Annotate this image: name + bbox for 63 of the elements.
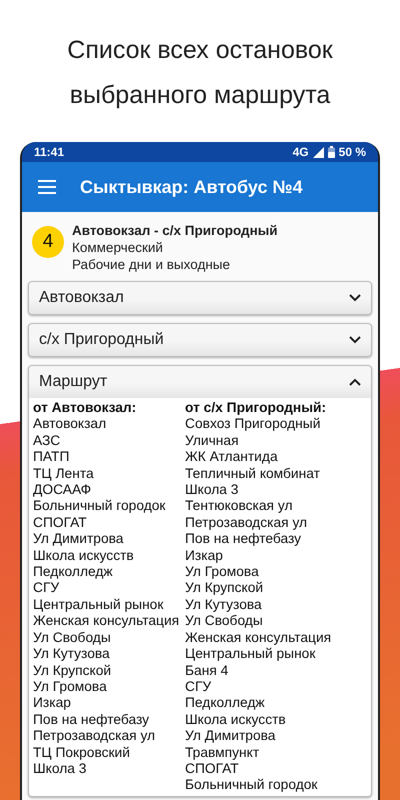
status-time: 11:41 bbox=[34, 144, 64, 161]
stop-name: Ул Громова bbox=[33, 678, 108, 696]
stop-name: Ул Димитрова bbox=[185, 728, 276, 745]
battery-icon bbox=[328, 146, 335, 158]
stop-name: Центральный рынок bbox=[185, 646, 316, 662]
stop-name: Ул Крупской bbox=[33, 662, 112, 679]
stop-name: Ул Кутузова bbox=[33, 646, 111, 662]
app-title: Сыктывкар: Автобус №4 bbox=[80, 176, 303, 199]
stop-name: СПОГАТ bbox=[185, 760, 240, 778]
stop-name: Совхоз Пригородный bbox=[185, 416, 322, 433]
stop-name: Педколледж bbox=[185, 695, 266, 712]
stop-name: Пов на нефтебазу bbox=[185, 531, 302, 548]
column-heading: от с/х Пригородный: bbox=[185, 400, 328, 416]
stop-name: Тепличный комбинат bbox=[185, 466, 321, 482]
stop-name: СПОГАТ bbox=[33, 514, 88, 532]
stop-name: СГУ bbox=[33, 580, 60, 597]
stop-name: Больничный городок bbox=[33, 498, 166, 515]
route-type: Коммерческий bbox=[72, 239, 164, 256]
stop-name: Ул Димитрова bbox=[33, 531, 124, 548]
stop-name: ДОСААФ bbox=[33, 482, 92, 498]
stop-name: Ул Крупской bbox=[185, 580, 264, 597]
signal-icon bbox=[312, 146, 324, 158]
stop-name: Уличная bbox=[185, 432, 240, 450]
stop-name: Ул Кутузова bbox=[185, 596, 263, 614]
stop-name: Ул Свободы bbox=[33, 630, 112, 646]
stop-name: Школа 3 bbox=[185, 482, 240, 498]
stop-name: Больничный городок bbox=[185, 777, 318, 794]
stop-name: Ул Громова bbox=[185, 564, 260, 580]
stop-name: Ул Свободы bbox=[185, 613, 264, 630]
headline-text: выбранного маршрута bbox=[68, 80, 332, 111]
stop-name: ТЦ Покровский bbox=[33, 744, 131, 761]
stop-name: Петрозаводская ул bbox=[33, 728, 156, 745]
menu-icon[interactable] bbox=[38, 180, 56, 194]
stop-name: Педколледж bbox=[33, 564, 114, 580]
accordion-header[interactable]: Маршрут bbox=[29, 366, 371, 398]
stop-name: ПАТП bbox=[33, 449, 70, 466]
stop-name: Школа 3 bbox=[33, 760, 88, 778]
route-name: Автовокзал - с/х Пригородный bbox=[72, 222, 278, 239]
stop-name: Пов на нефтебазу bbox=[33, 712, 150, 728]
stop-name: АЗС bbox=[33, 432, 62, 450]
column-heading: от Автовокзал: bbox=[33, 400, 138, 416]
stop-name: ТЦ Лента bbox=[33, 466, 95, 482]
stop-name: Женская консультация bbox=[33, 613, 180, 630]
network-type: 4G bbox=[292, 144, 309, 161]
stop-name: Тентюковская ул bbox=[185, 498, 294, 515]
route-days: Рабочие дни и выходные bbox=[72, 256, 278, 273]
stop-name: Центральный рынок bbox=[33, 596, 164, 614]
stop-name: ЖК Атлантида bbox=[185, 449, 279, 466]
stop-dropdown[interactable]: с/х Пригородный bbox=[28, 323, 372, 357]
stop-name: Школа искусств bbox=[185, 712, 287, 728]
stop-name: Изкар bbox=[33, 695, 72, 712]
headline-text: Список всех остановок bbox=[66, 35, 334, 66]
stop-name: Баня 4 bbox=[185, 662, 230, 679]
stop-dropdown[interactable]: Автовокзал bbox=[28, 281, 372, 315]
stop-name: Автовокзал bbox=[33, 416, 108, 433]
stop-name: Женская консультация bbox=[185, 630, 332, 646]
battery-level: 50 % bbox=[338, 144, 366, 161]
stop-name: Школа искусств bbox=[33, 548, 135, 564]
stop-name: Травмпункт bbox=[185, 744, 260, 761]
route-number-badge: 4 bbox=[32, 226, 64, 258]
stop-name: Петрозаводская ул bbox=[185, 514, 308, 532]
stop-name: СГУ bbox=[185, 678, 212, 696]
stop-name: Изкар bbox=[185, 548, 224, 564]
